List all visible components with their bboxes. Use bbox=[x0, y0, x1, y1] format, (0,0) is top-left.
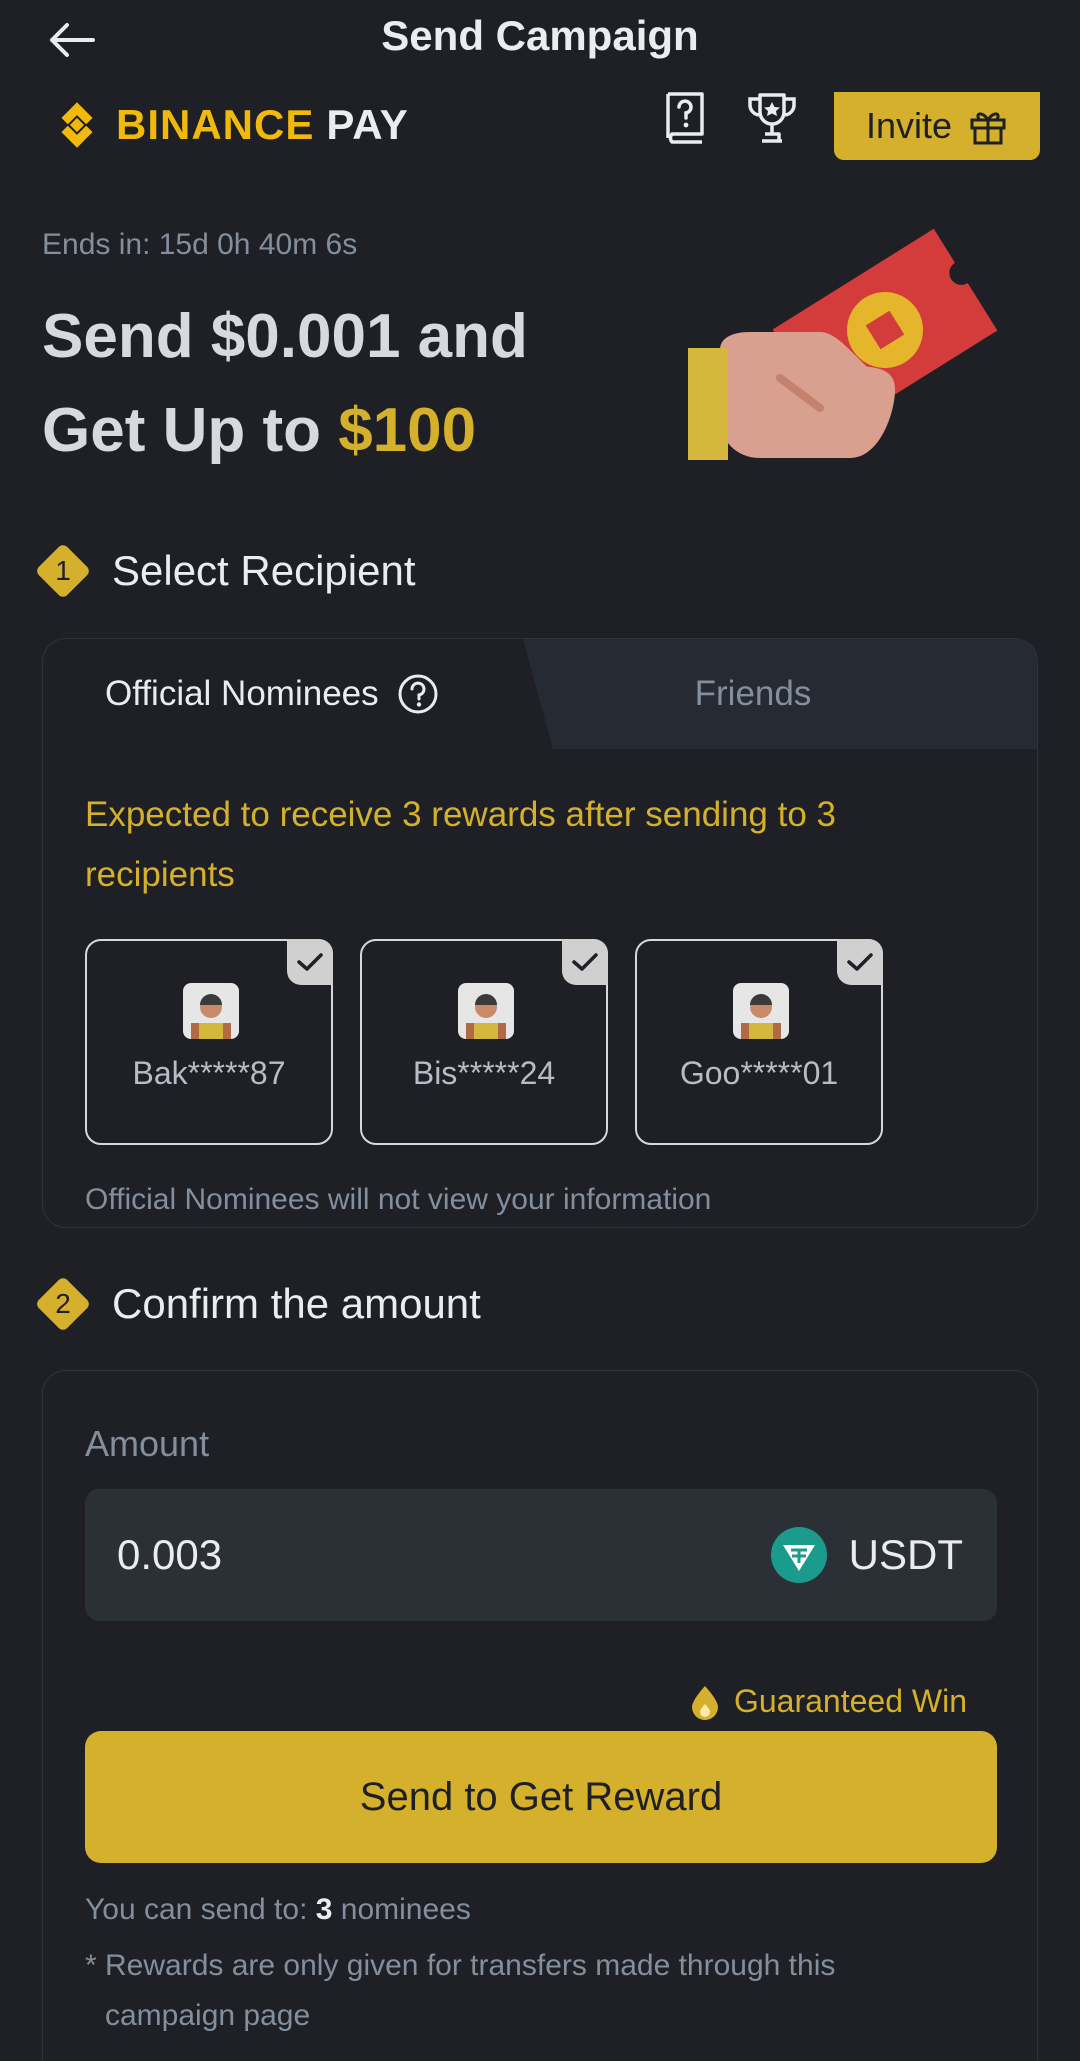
step-1-badge: 1 bbox=[34, 542, 92, 600]
step-1-label: Select Recipient bbox=[112, 547, 416, 594]
guaranteed-win-badge: Guaranteed Win bbox=[690, 1683, 967, 1720]
amount-input[interactable]: 0.003 USDT bbox=[85, 1489, 997, 1621]
avatar bbox=[183, 983, 239, 1039]
tab-official-label: Official Nominees bbox=[105, 674, 379, 713]
trophy-icon[interactable] bbox=[746, 90, 798, 146]
binance-logo-icon bbox=[61, 102, 93, 148]
checkmark-icon bbox=[562, 939, 608, 985]
step-2-heading: 2 Confirm the amount bbox=[34, 1275, 481, 1333]
page-title: Send Campaign bbox=[381, 12, 699, 59]
tab-official-nominees[interactable]: Official Nominees bbox=[43, 639, 583, 749]
help-book-icon[interactable] bbox=[660, 90, 708, 146]
recipient-card: Official Nominees Friends Expected to re… bbox=[42, 638, 1038, 1228]
checkmark-icon bbox=[287, 939, 333, 985]
tab-friends[interactable]: Friends bbox=[603, 639, 903, 749]
nominee-card[interactable]: Bak*****87 bbox=[85, 939, 333, 1145]
nominee-limit-text: You can send to: 3 nominees bbox=[85, 1893, 471, 1926]
nominee-card[interactable]: Bis*****24 bbox=[360, 939, 608, 1145]
tether-icon bbox=[770, 1527, 827, 1583]
brand-name-secondary: PAY bbox=[326, 101, 409, 148]
invite-button[interactable]: Invite bbox=[834, 92, 1040, 160]
step-2-badge: 2 bbox=[34, 1275, 92, 1333]
nominee-name: Bis*****24 bbox=[412, 1055, 556, 1091]
brand-name-primary: BINANCE bbox=[116, 101, 315, 148]
currency-selector: USDT bbox=[770, 1489, 963, 1621]
avatar bbox=[458, 983, 514, 1039]
checkmark-icon bbox=[837, 939, 883, 985]
nominee-limit-count: 3 bbox=[315, 1893, 333, 1926]
amount-card: Amount 0.003 USDT Guaranteed Win Send to… bbox=[42, 1370, 1038, 2061]
question-circle-icon[interactable] bbox=[397, 673, 439, 715]
step-2-label: Confirm the amount bbox=[112, 1280, 481, 1327]
amount-value: 0.003 bbox=[117, 1531, 223, 1578]
rewards-disclaimer: * Rewards are only given for transfers m… bbox=[85, 1949, 836, 2032]
binance-pay-logo: BINANCE PAY bbox=[50, 90, 409, 160]
send-to-get-reward-button[interactable]: Send to Get Reward bbox=[85, 1731, 997, 1863]
amount-label: Amount bbox=[85, 1423, 210, 1464]
nominee-card[interactable]: Goo*****01 bbox=[635, 939, 883, 1145]
hero-highlight-amount: $100 bbox=[338, 396, 477, 465]
step-1-heading: 1 Select Recipient bbox=[34, 542, 416, 600]
send-campaign-page: Send Campaign BINANCE PAY Invite Ends in… bbox=[0, 0, 1080, 2061]
hero-headline: Send $0.001 and Get Up to $100 bbox=[42, 290, 528, 478]
guaranteed-win-label: Guaranteed Win bbox=[733, 1683, 967, 1719]
top-bar: Send Campaign bbox=[0, 0, 1080, 80]
hero-line-2: Get Up to bbox=[42, 396, 339, 465]
avatar bbox=[733, 983, 789, 1039]
privacy-note: Official Nominees will not view your inf… bbox=[85, 1183, 712, 1216]
nominee-name: Goo*****01 bbox=[679, 1055, 839, 1091]
hero-line-1: Send $0.001 and bbox=[42, 302, 528, 371]
flame-icon bbox=[691, 1685, 718, 1720]
expected-rewards-text: Expected to receive 3 rewards after send… bbox=[85, 795, 836, 894]
currency-label: USDT bbox=[848, 1531, 963, 1578]
red-envelope-illustration bbox=[688, 228, 998, 460]
campaign-countdown: Ends in: 15d 0h 40m 6s bbox=[42, 228, 358, 261]
nominee-name: Bak*****87 bbox=[132, 1055, 286, 1091]
invite-label: Invite bbox=[865, 105, 953, 146]
gift-icon bbox=[970, 112, 1006, 145]
